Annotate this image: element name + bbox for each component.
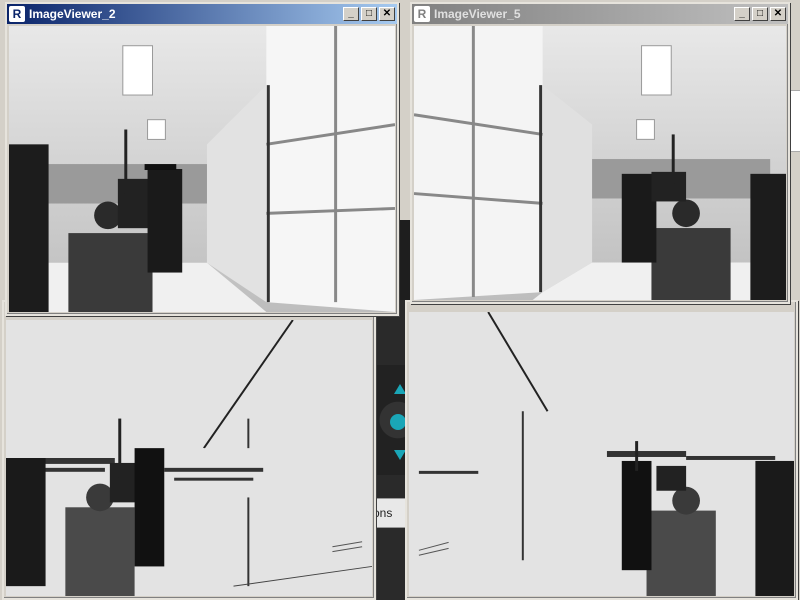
- image-viewer-5-titlebar[interactable]: R ImageViewer_5 _ □ ✕: [412, 4, 788, 24]
- depth-frame-left: [6, 320, 372, 596]
- app-logo-icon: R: [414, 6, 430, 22]
- minimize-button[interactable]: _: [343, 7, 359, 21]
- image-viewer-bottom-right-canvas: [409, 312, 794, 596]
- background-options-button[interactable]: ons: [372, 498, 408, 528]
- close-button[interactable]: ✕: [770, 7, 786, 21]
- image-viewer-5-canvas: [414, 26, 786, 300]
- image-viewer-bottom-right-window[interactable]: [405, 300, 798, 600]
- window-title: ImageViewer_2: [29, 7, 116, 21]
- image-viewer-bottom-left-canvas: [6, 320, 372, 596]
- image-viewer-bottom-left-window[interactable]: [2, 300, 376, 600]
- camera-frame-left: [9, 26, 395, 312]
- joystick-center-icon[interactable]: [390, 414, 406, 430]
- image-viewer-2-window[interactable]: R ImageViewer_2 _ □ ✕: [5, 2, 399, 316]
- minimize-button[interactable]: _: [734, 7, 750, 21]
- image-viewer-2-canvas: [9, 26, 395, 312]
- maximize-button[interactable]: □: [752, 7, 768, 21]
- close-button[interactable]: ✕: [379, 7, 395, 21]
- depth-frame-right: [409, 312, 794, 596]
- camera-frame-right: [414, 26, 786, 300]
- image-viewer-2-titlebar[interactable]: R ImageViewer_2 _ □ ✕: [7, 4, 397, 24]
- window-title: ImageViewer_5: [434, 7, 521, 21]
- maximize-button[interactable]: □: [361, 7, 377, 21]
- app-logo-icon: R: [9, 6, 25, 22]
- image-viewer-5-window[interactable]: R ImageViewer_5 _ □ ✕: [410, 2, 790, 304]
